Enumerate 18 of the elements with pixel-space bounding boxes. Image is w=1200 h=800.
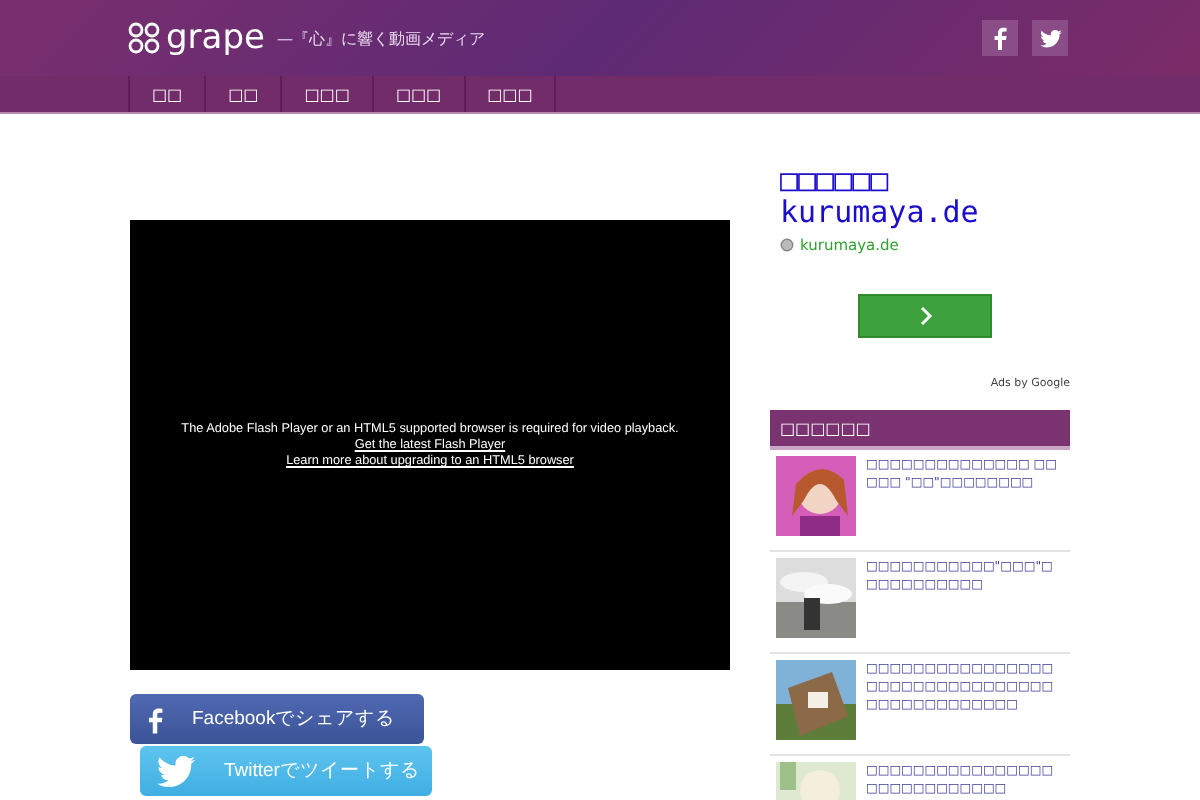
nav-item[interactable]: □□ (204, 76, 281, 112)
nav-item[interactable]: □□□ (463, 76, 557, 112)
logo-icon (128, 22, 160, 54)
facebook-share-button[interactable]: Facebookでシェアする (130, 694, 424, 744)
section-heading: □□□□□□ (770, 410, 1070, 450)
nav-item[interactable]: □□□ (280, 76, 372, 112)
logo-text[interactable]: grape (166, 18, 265, 58)
ad-domain-title[interactable]: kurumaya.de (780, 196, 1070, 228)
nav-item[interactable]: □□□ (371, 76, 464, 112)
globe-icon (780, 238, 794, 252)
facebook-icon (146, 703, 164, 735)
bird-icon (156, 755, 196, 787)
twitter-icon[interactable] (1032, 20, 1068, 56)
ad-title[interactable]: □□□□□□ (780, 164, 1070, 196)
facebook-icon[interactable] (982, 20, 1018, 56)
chevron-right-icon (917, 304, 933, 328)
tagline: —『心』に響く動画メディア (276, 27, 485, 49)
nav-item[interactable]: □□ (128, 76, 205, 112)
